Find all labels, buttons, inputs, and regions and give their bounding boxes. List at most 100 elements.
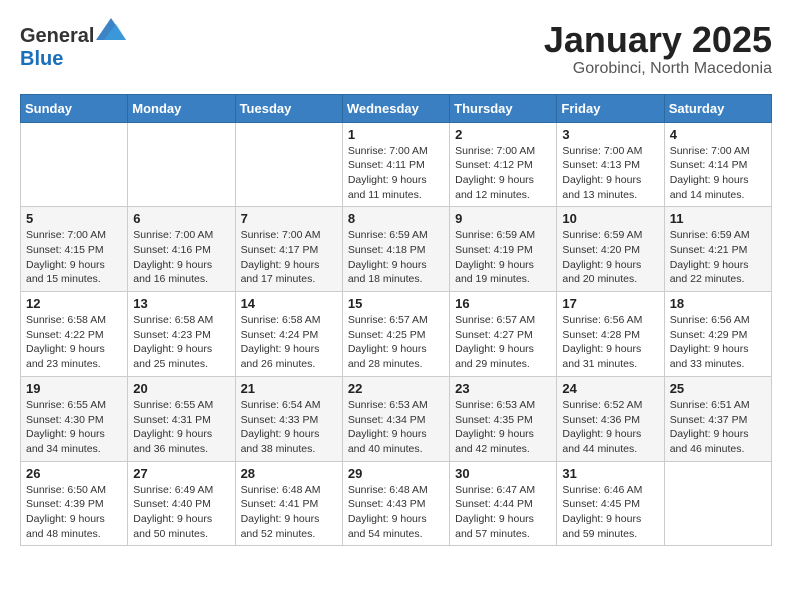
sunrise-text: Sunrise: 6:58 AM bbox=[241, 313, 337, 328]
sunrise-text: Sunrise: 6:59 AM bbox=[670, 228, 766, 243]
daylight-text: Daylight: 9 hours and 36 minutes. bbox=[133, 427, 229, 456]
daylight-text: Daylight: 9 hours and 28 minutes. bbox=[348, 342, 444, 371]
sunrise-text: Sunrise: 6:59 AM bbox=[455, 228, 551, 243]
sunset-text: Sunset: 4:45 PM bbox=[562, 497, 658, 512]
sunset-text: Sunset: 4:19 PM bbox=[455, 243, 551, 258]
sunset-text: Sunset: 4:28 PM bbox=[562, 328, 658, 343]
cell-day-number: 2 bbox=[455, 127, 551, 142]
daylight-text: Daylight: 9 hours and 42 minutes. bbox=[455, 427, 551, 456]
header-saturday: Saturday bbox=[664, 94, 771, 122]
cell-info: Sunrise: 6:47 AMSunset: 4:44 PMDaylight:… bbox=[455, 483, 551, 542]
daylight-text: Daylight: 9 hours and 26 minutes. bbox=[241, 342, 337, 371]
calendar-cell: 28 Sunrise: 6:48 AMSunset: 4:41 PMDayligh… bbox=[235, 461, 342, 546]
header-tuesday: Tuesday bbox=[235, 94, 342, 122]
daylight-text: Daylight: 9 hours and 20 minutes. bbox=[562, 258, 658, 287]
cell-info: Sunrise: 6:59 AMSunset: 4:19 PMDaylight:… bbox=[455, 228, 551, 287]
sunset-text: Sunset: 4:33 PM bbox=[241, 413, 337, 428]
cell-day-number: 8 bbox=[348, 211, 444, 226]
header-thursday: Thursday bbox=[450, 94, 557, 122]
cell-info: Sunrise: 6:59 AMSunset: 4:21 PMDaylight:… bbox=[670, 228, 766, 287]
sunrise-text: Sunrise: 7:00 AM bbox=[455, 144, 551, 159]
title-block: January 2025 Gorobinci, North Macedonia bbox=[544, 20, 772, 78]
calendar-subtitle: Gorobinci, North Macedonia bbox=[544, 60, 772, 78]
cell-info: Sunrise: 6:48 AMSunset: 4:41 PMDaylight:… bbox=[241, 483, 337, 542]
weekday-header-row: Sunday Monday Tuesday Wednesday Thursday… bbox=[21, 94, 772, 122]
calendar-cell: 25 Sunrise: 6:51 AMSunset: 4:37 PMDayligh… bbox=[664, 376, 771, 461]
cell-day-number: 18 bbox=[670, 296, 766, 311]
week-row-0: 1Sunrise: 7:00 AMSunset: 4:11 PMDaylight… bbox=[21, 122, 772, 207]
cell-day-number: 15 bbox=[348, 296, 444, 311]
logo: General Blue bbox=[20, 20, 126, 71]
cell-day-number: 1 bbox=[348, 127, 444, 142]
cell-day-number: 26 bbox=[26, 466, 122, 481]
sunset-text: Sunset: 4:37 PM bbox=[670, 413, 766, 428]
sunset-text: Sunset: 4:40 PM bbox=[133, 497, 229, 512]
calendar-cell: 26 Sunrise: 6:50 AMSunset: 4:39 PMDayligh… bbox=[21, 461, 128, 546]
daylight-text: Daylight: 9 hours and 19 minutes. bbox=[455, 258, 551, 287]
cell-day-number: 27 bbox=[133, 466, 229, 481]
calendar-cell: 10Sunrise: 6:59 AMSunset: 4:20 PMDayligh… bbox=[557, 207, 664, 292]
cell-info: Sunrise: 6:59 AMSunset: 4:20 PMDaylight:… bbox=[562, 228, 658, 287]
cell-day-number: 5 bbox=[26, 211, 122, 226]
sunrise-text: Sunrise: 6:51 AM bbox=[670, 398, 766, 413]
cell-info: Sunrise: 6:51 AMSunset: 4:37 PMDaylight:… bbox=[670, 398, 766, 457]
sunrise-text: Sunrise: 6:53 AM bbox=[455, 398, 551, 413]
cell-day-number: 6 bbox=[133, 211, 229, 226]
cell-info: Sunrise: 6:59 AMSunset: 4:18 PMDaylight:… bbox=[348, 228, 444, 287]
daylight-text: Daylight: 9 hours and 40 minutes. bbox=[348, 427, 444, 456]
sunset-text: Sunset: 4:36 PM bbox=[562, 413, 658, 428]
sunrise-text: Sunrise: 6:48 AM bbox=[348, 483, 444, 498]
calendar-cell: 12Sunrise: 6:58 AMSunset: 4:22 PMDayligh… bbox=[21, 292, 128, 377]
sunrise-text: Sunrise: 6:57 AM bbox=[455, 313, 551, 328]
cell-day-number: 11 bbox=[670, 211, 766, 226]
daylight-text: Daylight: 9 hours and 34 minutes. bbox=[26, 427, 122, 456]
cell-info: Sunrise: 7:00 AMSunset: 4:13 PMDaylight:… bbox=[562, 144, 658, 203]
cell-info: Sunrise: 7:00 AMSunset: 4:17 PMDaylight:… bbox=[241, 228, 337, 287]
daylight-text: Daylight: 9 hours and 50 minutes. bbox=[133, 512, 229, 541]
cell-info: Sunrise: 6:48 AMSunset: 4:43 PMDaylight:… bbox=[348, 483, 444, 542]
sunset-text: Sunset: 4:35 PM bbox=[455, 413, 551, 428]
sunset-text: Sunset: 4:25 PM bbox=[348, 328, 444, 343]
calendar-cell bbox=[21, 122, 128, 207]
calendar-cell: 13Sunrise: 6:58 AMSunset: 4:23 PMDayligh… bbox=[128, 292, 235, 377]
sunset-text: Sunset: 4:30 PM bbox=[26, 413, 122, 428]
calendar-cell: 4Sunrise: 7:00 AMSunset: 4:14 PMDaylight… bbox=[664, 122, 771, 207]
cell-day-number: 9 bbox=[455, 211, 551, 226]
cell-info: Sunrise: 6:52 AMSunset: 4:36 PMDaylight:… bbox=[562, 398, 658, 457]
header-sunday: Sunday bbox=[21, 94, 128, 122]
calendar-cell: 2 Sunrise: 7:00 AMSunset: 4:12 PMDaylight… bbox=[450, 122, 557, 207]
calendar-cell: 9 Sunrise: 6:59 AMSunset: 4:19 PMDaylight… bbox=[450, 207, 557, 292]
cell-day-number: 7 bbox=[241, 211, 337, 226]
cell-day-number: 22 bbox=[348, 381, 444, 396]
sunset-text: Sunset: 4:22 PM bbox=[26, 328, 122, 343]
daylight-text: Daylight: 9 hours and 22 minutes. bbox=[670, 258, 766, 287]
sunset-text: Sunset: 4:16 PM bbox=[133, 243, 229, 258]
sunset-text: Sunset: 4:18 PM bbox=[348, 243, 444, 258]
daylight-text: Daylight: 9 hours and 16 minutes. bbox=[133, 258, 229, 287]
calendar-cell: 15Sunrise: 6:57 AMSunset: 4:25 PMDayligh… bbox=[342, 292, 449, 377]
sunset-text: Sunset: 4:41 PM bbox=[241, 497, 337, 512]
cell-info: Sunrise: 6:50 AMSunset: 4:39 PMDaylight:… bbox=[26, 483, 122, 542]
cell-day-number: 25 bbox=[670, 381, 766, 396]
daylight-text: Daylight: 9 hours and 15 minutes. bbox=[26, 258, 122, 287]
cell-info: Sunrise: 6:53 AMSunset: 4:35 PMDaylight:… bbox=[455, 398, 551, 457]
cell-day-number: 21 bbox=[241, 381, 337, 396]
week-row-3: 19Sunrise: 6:55 AMSunset: 4:30 PMDayligh… bbox=[21, 376, 772, 461]
daylight-text: Daylight: 9 hours and 18 minutes. bbox=[348, 258, 444, 287]
sunrise-text: Sunrise: 6:56 AM bbox=[670, 313, 766, 328]
cell-info: Sunrise: 6:46 AMSunset: 4:45 PMDaylight:… bbox=[562, 483, 658, 542]
cell-day-number: 28 bbox=[241, 466, 337, 481]
cell-info: Sunrise: 6:53 AMSunset: 4:34 PMDaylight:… bbox=[348, 398, 444, 457]
calendar-cell: 31Sunrise: 6:46 AMSunset: 4:45 PMDayligh… bbox=[557, 461, 664, 546]
sunset-text: Sunset: 4:17 PM bbox=[241, 243, 337, 258]
sunrise-text: Sunrise: 6:53 AM bbox=[348, 398, 444, 413]
logo-general: General bbox=[20, 25, 94, 47]
daylight-text: Daylight: 9 hours and 12 minutes. bbox=[455, 173, 551, 202]
daylight-text: Daylight: 9 hours and 38 minutes. bbox=[241, 427, 337, 456]
daylight-text: Daylight: 9 hours and 54 minutes. bbox=[348, 512, 444, 541]
cell-day-number: 29 bbox=[348, 466, 444, 481]
sunset-text: Sunset: 4:12 PM bbox=[455, 158, 551, 173]
daylight-text: Daylight: 9 hours and 23 minutes. bbox=[26, 342, 122, 371]
daylight-text: Daylight: 9 hours and 57 minutes. bbox=[455, 512, 551, 541]
calendar-cell: 6Sunrise: 7:00 AMSunset: 4:16 PMDaylight… bbox=[128, 207, 235, 292]
